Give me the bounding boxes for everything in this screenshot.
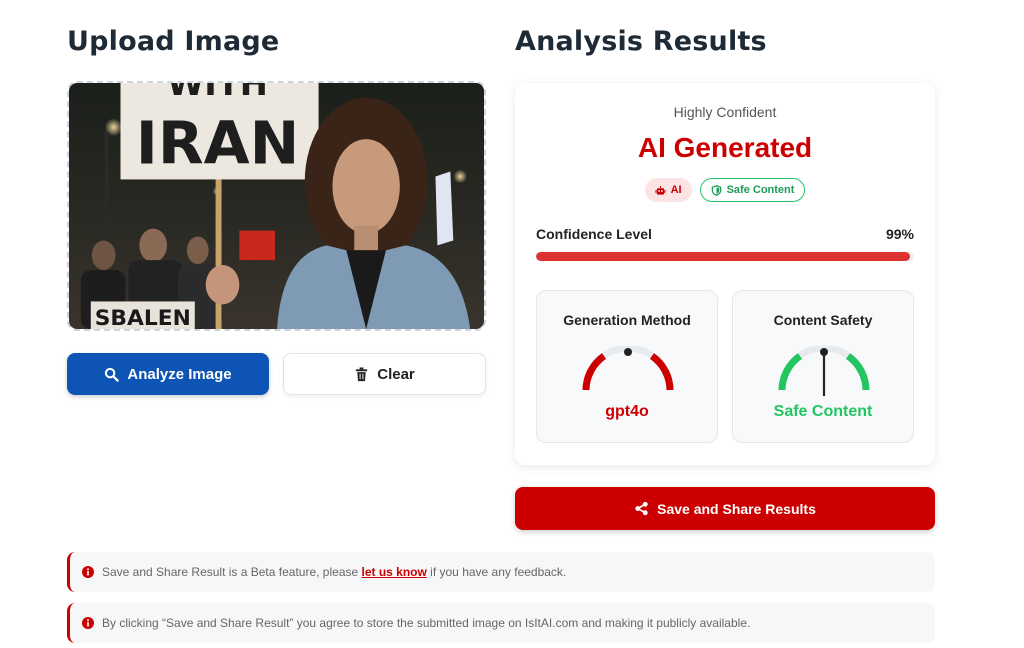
sign-line-2: IRAN [136, 109, 300, 178]
content-safety-panel: Content Safety Safe Content [732, 290, 914, 443]
content-safety-gauge [778, 346, 870, 396]
confidence-label: Confidence Level [536, 226, 652, 242]
save-share-label: Save and Share Results [657, 500, 816, 517]
clear-label: Clear [377, 365, 415, 383]
generation-method-title: Generation Method [563, 312, 691, 328]
sign-line-1: WITH [167, 83, 268, 103]
beta-notice-text-after: if you have any feedback. [426, 565, 567, 579]
confidence-row: Confidence Level 99% [536, 226, 914, 242]
analyze-image-label: Analyze Image [127, 365, 232, 383]
clear-button[interactable]: Clear [283, 353, 486, 395]
upload-title: Upload Image [67, 26, 280, 57]
uploaded-image: SBALEN WITH IRAN [69, 83, 484, 329]
storage-notice: By clicking “Save and Share Result” you … [67, 603, 935, 643]
content-safety-value: Safe Content [773, 403, 873, 420]
confidence-bar [536, 252, 914, 261]
robot-icon [655, 185, 666, 195]
confidence-value: 99% [885, 226, 914, 242]
generation-method-panel: Generation Method gpt4o [536, 290, 718, 443]
uploaded-image-area[interactable]: SBALEN WITH IRAN [67, 81, 486, 331]
info-icon [82, 617, 94, 629]
shield-icon [711, 184, 721, 196]
lower-sign-text: SBALEN [95, 306, 191, 329]
confidence-bar-fill [536, 252, 911, 261]
generation-method-value: gpt4o [605, 403, 649, 420]
analysis-card: Highly Confident AI Generated AI Safe Co… [515, 83, 935, 465]
results-title: Analysis Results [515, 26, 767, 57]
content-safety-title: Content Safety [773, 312, 873, 328]
search-icon [105, 367, 120, 382]
analyze-image-button[interactable]: Analyze Image [67, 353, 269, 395]
safe-content-badge: Safe Content [699, 178, 806, 202]
beta-notice-text: Save and Share Result is a Beta feature,… [102, 565, 566, 579]
trash-icon [356, 366, 368, 381]
result-badges: AI Safe Content [515, 178, 935, 202]
beta-notice: Save and Share Result is a Beta feature,… [67, 552, 935, 592]
storage-notice-text: By clicking “Save and Share Result” you … [102, 616, 751, 630]
save-share-button[interactable]: Save and Share Results [515, 487, 935, 530]
confidence-descriptor: Highly Confident [673, 104, 777, 120]
let-us-know-link[interactable]: let us know [362, 565, 427, 579]
beta-notice-text-before: Save and Share Result is a Beta feature,… [102, 565, 362, 579]
safe-content-badge-label: Safe Content [726, 184, 795, 196]
info-icon [82, 566, 94, 578]
ai-badge-label: AI [670, 184, 682, 196]
share-icon [635, 501, 648, 516]
generation-method-gauge [578, 346, 678, 396]
verdict-text: AI Generated [637, 132, 813, 163]
ai-badge: AI [644, 178, 692, 202]
